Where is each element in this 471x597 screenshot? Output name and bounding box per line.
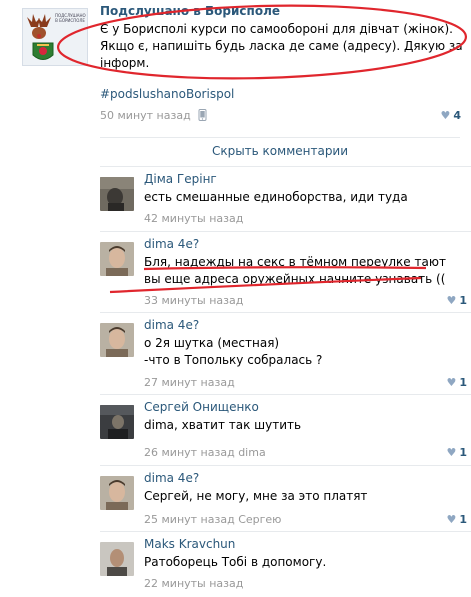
comment-like-count: 1 <box>459 513 467 526</box>
comment-text: Бля, надежды на секс в тёмном переулке т… <box>144 254 446 288</box>
post-text-line: інформ. <box>100 56 150 70</box>
comment-like-count: 1 <box>459 294 467 307</box>
comment-item: dima 4e? Сергей, не могу, мне за это пла… <box>100 465 471 531</box>
heart-icon: ♥ <box>446 376 457 389</box>
comment-time[interactable]: 42 минуты назад <box>144 212 243 225</box>
user-photo-icon <box>100 177 134 211</box>
comment-text: Ратоборець Тобі в допомогу. <box>144 554 326 571</box>
user-photo-icon <box>100 323 134 357</box>
comment-like-button[interactable]: ♥ 1 <box>446 446 467 459</box>
comment-reply-to[interactable]: dima <box>238 446 266 459</box>
comment-like-button[interactable]: ♥ 1 <box>446 376 467 389</box>
wall-post: ПОДСЛУШАНО В БОРИСПОЛЕ Подслушано в Бори… <box>0 0 471 135</box>
post-time[interactable]: 50 минут назад <box>100 109 207 122</box>
comment-time[interactable]: 22 минуты назад <box>144 577 243 590</box>
comment-time[interactable]: 27 минут назад <box>144 376 235 389</box>
post-group-name[interactable]: Подслушано в Борисполе <box>100 4 280 18</box>
comment-item: Сергей Онищенко dima, хватит так шутить … <box>100 394 471 465</box>
post-text: Є у Борисполі курси по самообороні для д… <box>100 21 463 72</box>
comment-avatar[interactable] <box>100 242 134 276</box>
comment-time[interactable]: 26 минут назад <box>144 446 235 459</box>
comment-author[interactable]: Діма Герінг <box>144 172 217 186</box>
post-like-count: 4 <box>453 109 461 122</box>
comment-meta: 25 минут назад Сергею <box>144 513 281 526</box>
comment-text-line: -что в Топольку собралась ? <box>144 353 323 367</box>
comment-text: о 2я шутка (местная) -что в Топольку соб… <box>144 335 322 369</box>
comment-text-line: Сергей, не могу, мне за это платят <box>144 489 368 503</box>
heart-icon: ♥ <box>446 446 457 459</box>
comment-text-line: есть смешанные единоборства, иди туда <box>144 190 408 204</box>
comment-author[interactable]: dima 4e? <box>144 318 199 332</box>
comment-like-count: 1 <box>459 376 467 389</box>
comment-text-line: вы еще адреса оружейных начните узнавать… <box>144 272 446 286</box>
avatar-caption: ПОДСЛУШАНО В БОРИСПОЛЕ <box>55 13 86 23</box>
post-time-text[interactable]: 50 минут назад <box>100 109 191 122</box>
post-text-line: Є у Борисполі курси по самообороні для д… <box>100 22 453 36</box>
heart-icon: ♥ <box>440 109 451 122</box>
comment-item: Діма Герінг есть смешанные единоборства,… <box>100 166 471 231</box>
comment-reply-to[interactable]: Сергею <box>238 513 281 526</box>
comment-time[interactable]: 33 минуты назад <box>144 294 243 307</box>
group-avatar[interactable]: ПОДСЛУШАНО В БОРИСПОЛЕ <box>22 8 88 66</box>
comment-text-line: dima, хватит так шутить <box>144 418 302 432</box>
comment-item: dima 4e? Бля, надежды на секс в тёмном п… <box>100 231 471 312</box>
user-photo-icon <box>100 242 134 276</box>
comment-like-button[interactable]: ♥ 1 <box>446 294 467 307</box>
comment-author[interactable]: dima 4e? <box>144 471 199 485</box>
heart-icon: ♥ <box>446 513 457 526</box>
comment-text: Сергей, не могу, мне за это платят <box>144 488 367 505</box>
user-photo-icon <box>100 405 134 439</box>
comment-item: Maks Kravchun Ратоборець Тобі в допомогу… <box>100 531 471 597</box>
comment-meta: 26 минут назад dima <box>144 446 266 459</box>
comment-time[interactable]: 25 минут назад <box>144 513 235 526</box>
mobile-phone-icon <box>198 109 207 121</box>
comment-like-count: 1 <box>459 446 467 459</box>
comment-like-button[interactable]: ♥ 1 <box>446 513 467 526</box>
comment-author[interactable]: dima 4e? <box>144 237 199 251</box>
comment-text-line: Бля, надежды на секс в тёмном переулке т… <box>144 255 446 269</box>
user-photo-icon <box>100 542 134 576</box>
hide-comments-link[interactable]: Скрыть комментарии <box>100 137 460 165</box>
comment-text: есть смешанные единоборства, иди туда <box>144 189 408 206</box>
comment-avatar[interactable] <box>100 542 134 576</box>
post-text-line: Якщо є, напишіть будь ласка де саме (адр… <box>100 39 463 53</box>
comment-author[interactable]: Сергей Онищенко <box>144 400 259 414</box>
comment-author[interactable]: Maks Kravchun <box>144 537 235 551</box>
comment-avatar[interactable] <box>100 323 134 357</box>
user-photo-icon <box>100 476 134 510</box>
comment-avatar[interactable] <box>100 405 134 439</box>
comment-avatar[interactable] <box>100 177 134 211</box>
comment-text: dima, хватит так шутить <box>144 417 301 434</box>
comment-text-line: о 2я шутка (местная) <box>144 336 280 350</box>
comment-item: dima 4e? о 2я шутка (местная) -что в Топ… <box>100 312 471 394</box>
comment-text-line: Ратоборець Тобі в допомогу. <box>144 555 327 569</box>
comment-avatar[interactable] <box>100 476 134 510</box>
heart-icon: ♥ <box>446 294 457 307</box>
post-like-button[interactable]: ♥ 4 <box>440 109 461 122</box>
post-hashtag[interactable]: #podslushanoBorispol <box>100 87 234 101</box>
